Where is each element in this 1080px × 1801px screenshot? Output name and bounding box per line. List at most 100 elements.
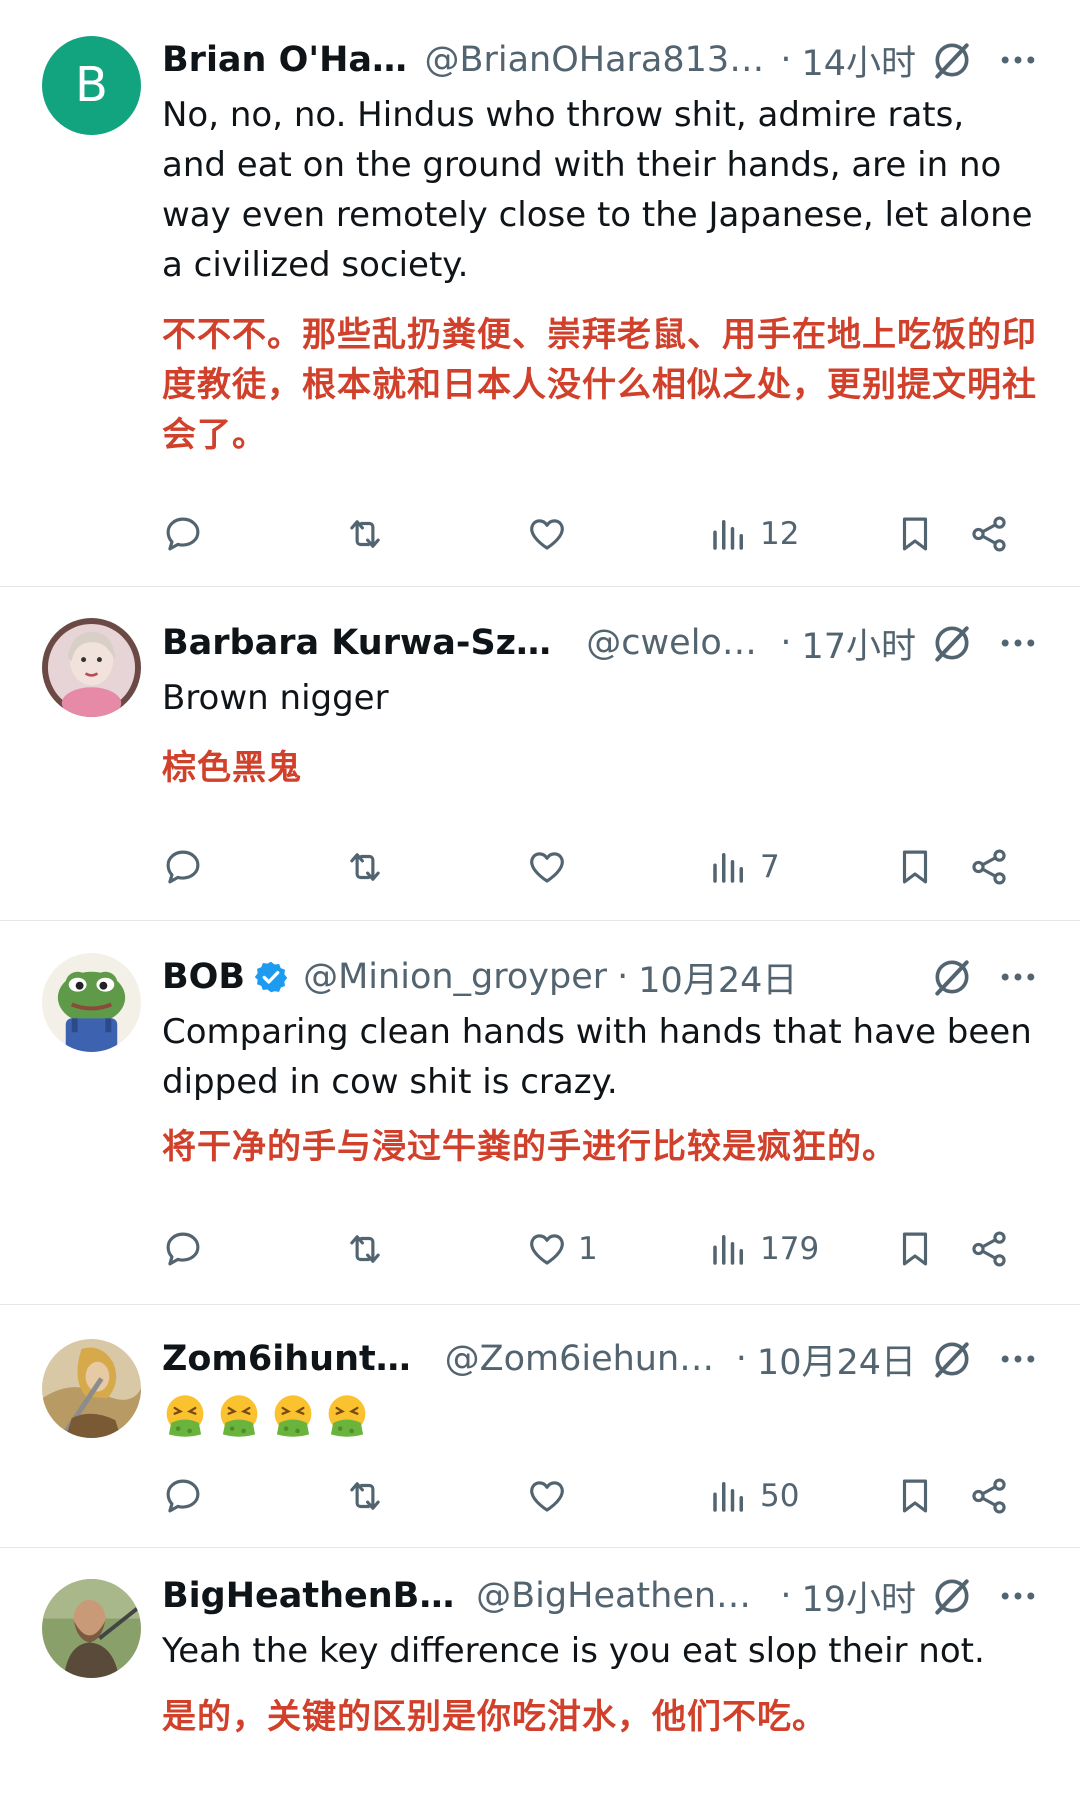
tweet-header: Zom6ihunter... @Zom6iehunte... · 10月24日 <box>162 1335 1040 1383</box>
grok-icon[interactable] <box>930 1337 974 1381</box>
action-bar: 50 <box>162 1472 1044 1520</box>
reply-button[interactable] <box>162 510 204 558</box>
reply-button[interactable] <box>162 843 204 891</box>
avatar[interactable] <box>42 1339 141 1438</box>
views-count: 7 <box>760 849 780 885</box>
views-button[interactable]: 50 <box>708 1472 799 1520</box>
views-button[interactable]: 12 <box>708 510 799 558</box>
views-count: 179 <box>760 1231 820 1267</box>
tweet[interactable]: Zom6ihunter... @Zom6iehunte... · 10月24日 … <box>0 1305 1080 1548</box>
reply-button[interactable] <box>162 1472 204 1520</box>
more-options-icon[interactable] <box>996 621 1040 665</box>
retweet-button[interactable] <box>344 1472 386 1520</box>
bookmark-button[interactable] <box>894 843 936 891</box>
timestamp[interactable]: 14小时 <box>801 35 916 86</box>
reply-button[interactable] <box>162 1225 204 1273</box>
bookmark-icon <box>902 850 928 884</box>
share-button[interactable] <box>968 1472 1010 1520</box>
heart-icon <box>530 1481 564 1512</box>
display-name[interactable]: BOB <box>162 957 245 997</box>
grok-icon[interactable] <box>930 621 974 665</box>
separator-dot: · <box>780 1576 792 1616</box>
avatar[interactable] <box>42 1579 141 1678</box>
heart-icon <box>530 519 564 550</box>
timestamp[interactable]: 17小时 <box>801 618 916 669</box>
like-button[interactable]: 1 <box>526 1225 598 1273</box>
more-options-icon[interactable] <box>996 1337 1040 1381</box>
display-name[interactable]: Brian O'Hara <box>162 40 410 80</box>
user-handle[interactable]: @BrianOHara81392 <box>424 40 770 80</box>
tweet-text: Yeah the key difference is you eat slop … <box>162 1631 985 1671</box>
avatar-letter: B <box>75 57 108 113</box>
retweet-icon <box>350 520 380 548</box>
retweet-button[interactable] <box>344 1225 386 1273</box>
user-handle[interactable]: @Minion_groyper <box>303 957 607 997</box>
separator-dot: · <box>735 1339 747 1379</box>
grok-icon[interactable] <box>930 1574 974 1618</box>
reply-icon <box>166 1479 200 1513</box>
grok-icon[interactable] <box>930 955 974 999</box>
tweet-text: Comparing clean hands with hands that ha… <box>162 1012 1032 1102</box>
share-button[interactable] <box>968 843 1010 891</box>
bookmark-icon <box>902 517 928 551</box>
vomit-face-icon <box>328 1395 366 1437</box>
bookmark-button[interactable] <box>894 1225 936 1273</box>
heart-icon <box>530 852 564 883</box>
heart-icon <box>530 1234 564 1265</box>
display-name[interactable]: Barbara Kurwa-Szm... <box>162 623 564 663</box>
tweet[interactable]: Barbara Kurwa-Szm... @cwelosl... · 17小时 … <box>0 587 1080 921</box>
views-icon <box>713 1235 743 1265</box>
tweet-translation: 将干净的手与浸过牛粪的手进行比较是疯狂的。 <box>162 1127 897 1167</box>
like-count: 1 <box>578 1231 598 1267</box>
vomit-face-icon <box>220 1395 258 1437</box>
avatar-photo <box>42 618 141 717</box>
tweet[interactable]: BigHeathenBe... @BigHeathenBe... · 19小时 … <box>0 1548 1080 1801</box>
tweet-header: BigHeathenBe... @BigHeathenBe... · 19小时 <box>162 1572 1040 1620</box>
avatar-photo <box>42 1339 141 1438</box>
retweet-icon <box>350 1482 380 1510</box>
views-button[interactable]: 7 <box>708 843 780 891</box>
tweet[interactable]: B Brian O'Hara @BrianOHara81392 · 14小时 N… <box>0 0 1080 587</box>
more-options-icon[interactable] <box>996 1574 1040 1618</box>
user-handle[interactable]: @Zom6iehunte... <box>445 1339 726 1379</box>
grok-icon[interactable] <box>930 38 974 82</box>
user-handle[interactable]: @BigHeathenBe... <box>476 1576 770 1616</box>
like-button[interactable] <box>526 1472 578 1520</box>
retweet-icon <box>350 853 380 881</box>
vomit-face-icon <box>274 1395 312 1437</box>
bookmark-button[interactable] <box>894 1472 936 1520</box>
vomit-face-icon <box>166 1395 204 1437</box>
tweet-header: Barbara Kurwa-Szm... @cwelosl... · 17小时 <box>162 619 1040 667</box>
tweet-header: BOB @Minion_groyper · 10月24日 <box>162 953 1040 1001</box>
avatar[interactable]: B <box>42 36 141 135</box>
separator-dot: · <box>780 40 792 80</box>
views-button[interactable]: 179 <box>708 1225 819 1273</box>
timestamp[interactable]: 10月24日 <box>638 952 797 1003</box>
tweet[interactable]: BOB @Minion_groyper · 10月24日 Comparing c… <box>0 921 1080 1305</box>
retweet-button[interactable] <box>344 510 386 558</box>
views-icon <box>713 1482 743 1512</box>
avatar[interactable] <box>42 953 141 1052</box>
timestamp[interactable]: 10月24日 <box>757 1334 916 1385</box>
avatar[interactable] <box>42 618 141 717</box>
display-name[interactable]: Zom6ihunter... <box>162 1339 431 1379</box>
bookmark-icon <box>902 1479 928 1513</box>
more-options-icon[interactable] <box>996 38 1040 82</box>
bookmark-button[interactable] <box>894 510 936 558</box>
display-name[interactable]: BigHeathenBe... <box>162 1576 458 1616</box>
share-button[interactable] <box>968 1225 1010 1273</box>
tweet-translation: 是的，关键的区别是你吃泔水，他们不吃。 <box>162 1697 827 1737</box>
bookmark-icon <box>902 1232 928 1266</box>
retweet-button[interactable] <box>344 843 386 891</box>
emoji-row <box>162 1393 370 1439</box>
timestamp[interactable]: 19小时 <box>801 1571 916 1622</box>
views-count: 12 <box>760 516 800 552</box>
more-options-icon[interactable] <box>996 955 1040 999</box>
retweet-icon <box>350 1235 380 1263</box>
reply-icon <box>166 1232 200 1266</box>
like-button[interactable] <box>526 510 578 558</box>
share-button[interactable] <box>968 510 1010 558</box>
like-button[interactable] <box>526 843 578 891</box>
share-icon <box>972 1478 1006 1514</box>
user-handle[interactable]: @cwelosl... <box>586 623 770 663</box>
